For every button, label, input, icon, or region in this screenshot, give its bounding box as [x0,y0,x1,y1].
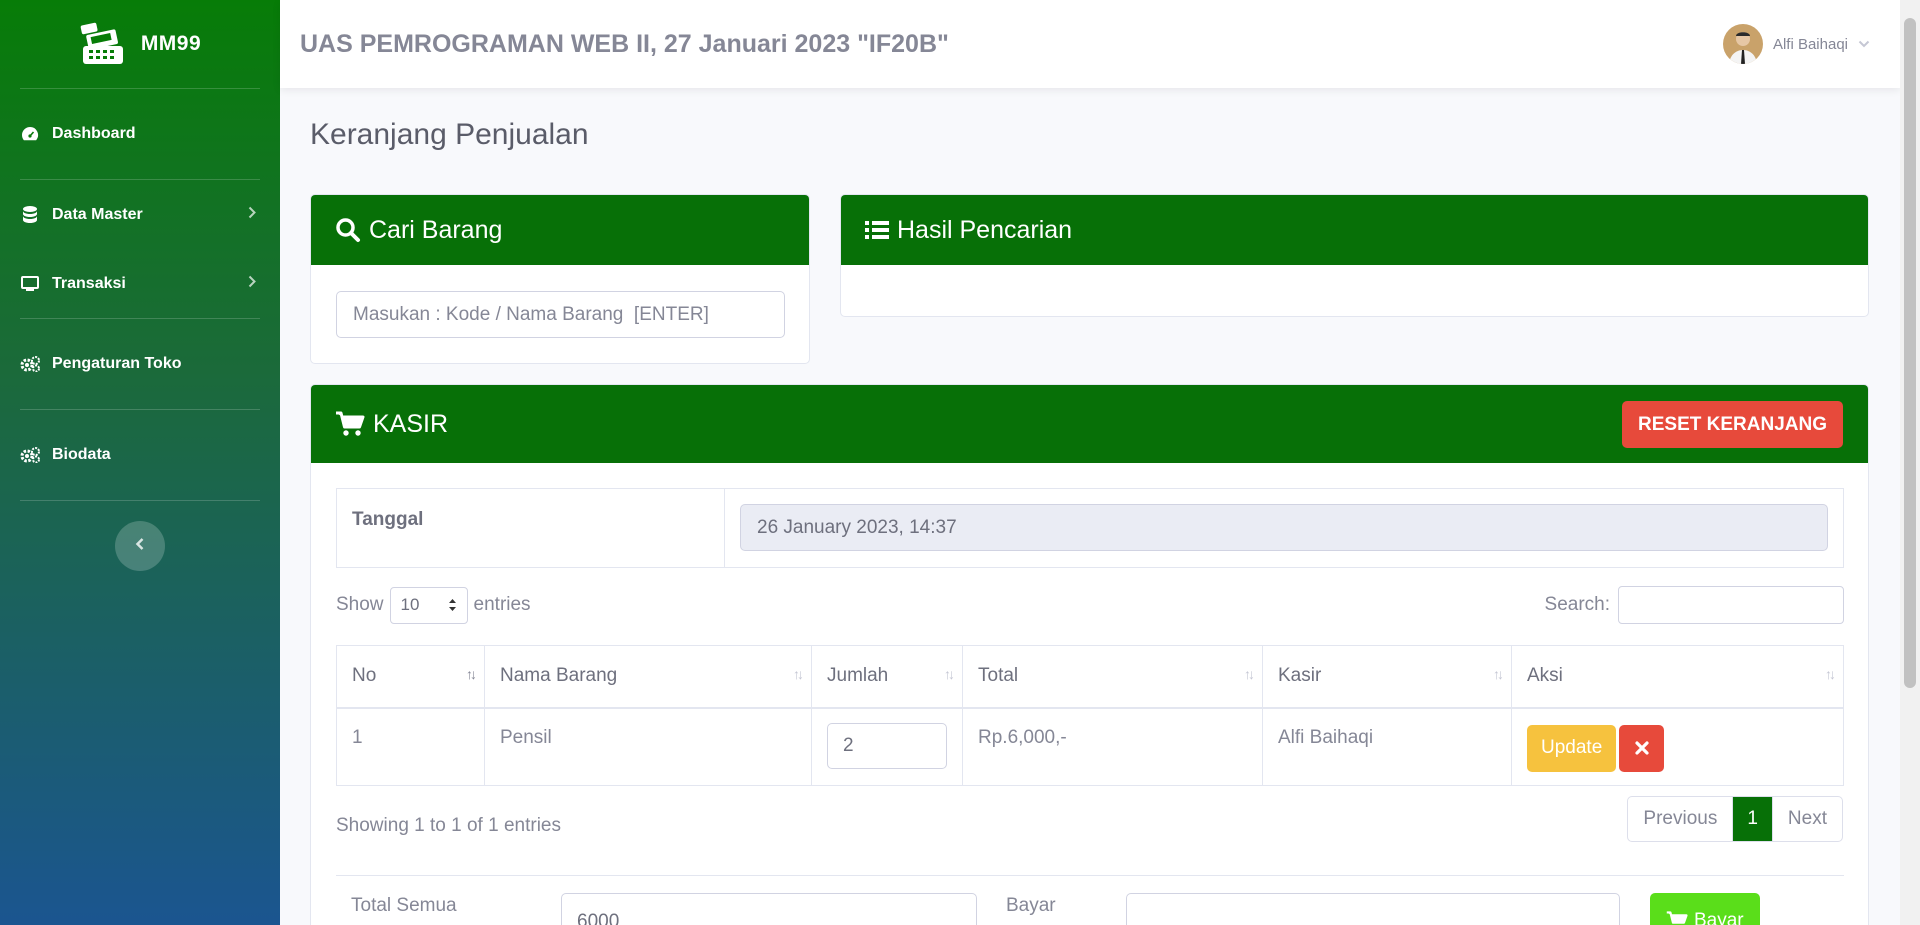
sidebar-item-label: Biodata [52,446,111,463]
pagination-next[interactable]: Next [1773,797,1842,841]
table-header-row: No ↑↓ Nama Barang ↑↓ Jumlah ↑↓ Total ↑↓ Kasi… [336,645,1844,709]
search-card-header: Cari Barang [311,195,809,265]
table-search: Search: [1545,585,1844,625]
search-input[interactable] [336,291,785,338]
cash-register-icon [80,22,123,64]
table-info: Showing 1 to 1 of 1 entries [336,815,561,836]
column-header-aksi[interactable]: Aksi ↑↓ [1511,645,1844,709]
column-header-kasir[interactable]: Kasir ↑↓ [1262,645,1512,709]
sort-icon: ↑↓ [466,666,477,682]
tanggal-field: 26 January 2023, 14:37 [740,504,1828,551]
chevron-down-icon [1858,35,1870,53]
column-header-nama-barang[interactable]: Nama Barang ↑↓ [484,645,812,709]
cell-nama-barang: Pensil [484,707,812,786]
quantity-input[interactable]: 2 [827,722,947,769]
cart-icon [1666,911,1688,924]
kasir-card: KASIR RESET KERANJANG Tanggal 26 January… [310,384,1869,925]
search-icon [336,218,360,242]
sidebar-item-biodata[interactable]: Biodata [0,410,280,500]
tanggal-label: Tanggal [337,489,725,567]
kasir-card-title: KASIR [373,409,449,438]
cell-kasir: Alfi Baihaqi [1262,707,1512,786]
sidebar-item-label: Data Master [52,205,143,223]
sidebar-item-transaksi[interactable]: Transaksi [0,249,280,318]
sidebar-item-label: Pengaturan Toko [52,355,182,372]
sidebar-toggle-button[interactable] [115,521,165,571]
scrollbar-thumb[interactable] [1904,18,1916,688]
sidebar-item-label: Dashboard [52,125,136,142]
column-header-total[interactable]: Total ↑↓ [962,645,1263,709]
sidebar: MM99 Dashboard Data Master Transaksi Pen… [0,0,280,925]
cell-aksi: Update [1511,707,1844,786]
table-search-input[interactable] [1618,586,1844,624]
bayar-label: Bayar [1006,895,1056,916]
chevron-right-icon [248,275,256,293]
divider [336,875,1844,876]
search-label: Search: [1544,594,1610,615]
result-card: Hasil Pencarian [840,194,1869,317]
cart-icon [336,411,365,436]
sidebar-item-label: Transaksi [52,274,126,292]
bayar-input[interactable] [1126,893,1620,925]
result-card-header: Hasil Pencarian [841,195,1868,265]
entries-select[interactable]: 10 [389,586,468,624]
avatar [1722,24,1763,64]
update-button[interactable]: Update [1527,724,1617,772]
sidebar-divider [20,500,260,501]
cell-total: Rp.6,000,- [962,707,1263,786]
column-header-no[interactable]: No ↑↓ [336,645,485,709]
tanggal-row: Tanggal 26 January 2023, 14:37 [336,488,1844,568]
tanggal-cell: 26 January 2023, 14:37 [725,489,1843,567]
select-arrows-icon [448,597,457,618]
table-row: 1 Pensil 2 Rp.6,000,- Alfi Baihaqi Updat… [336,707,1844,786]
user-dropdown[interactable]: Alfi Baihaqi [1722,24,1870,64]
kasir-card-header: KASIR RESET KERANJANG [311,385,1868,463]
pagination: Previous 1 Next [1627,796,1843,842]
search-card-title: Cari Barang [369,215,503,244]
chevron-right-icon [248,206,256,224]
cell-jumlah: 2 [811,707,963,786]
column-header-jumlah[interactable]: Jumlah ↑↓ [811,645,963,709]
database-icon [20,205,40,225]
page-title: Keranjang Penjualan [310,118,589,151]
search-card: Cari Barang [310,194,810,364]
reset-cart-button[interactable]: RESET KERANJANG [1622,401,1843,448]
entries-select-value: 10 [400,595,420,614]
entries-length: Show 10 entries [336,585,531,625]
pagination-page-1[interactable]: 1 [1733,797,1773,841]
dashboard-icon [20,124,40,144]
sidebar-item-pengaturan-toko[interactable]: Pengaturan Toko [0,319,280,409]
list-icon [865,221,889,239]
bayar-button[interactable]: Bayar [1650,893,1760,925]
cogs-icon [20,354,40,374]
sort-icon: ↑↓ [793,666,804,682]
total-semua-label: Total Semua [351,895,457,916]
close-icon [1635,741,1649,755]
sidebar-item-data-master[interactable]: Data Master [0,180,280,249]
desktop-icon [20,274,40,294]
datatable-controls: Show 10 entries Search: [336,585,1844,625]
sort-icon: ↑↓ [944,666,955,682]
sort-icon: ↑↓ [1244,666,1255,682]
cell-no: 1 [336,707,485,786]
sort-icon: ↑↓ [1493,666,1504,682]
show-label: Show [336,594,384,615]
cogs-icon [20,445,40,465]
result-card-title: Hasil Pencarian [897,215,1073,244]
topbar: UAS PEMROGRAMAN WEB II, 27 Januari 2023 … [280,0,1900,88]
chevron-left-icon [135,537,145,556]
page-scrollbar[interactable] [1900,0,1920,925]
sort-icon: ↑↓ [1825,666,1836,682]
brand-name: MM99 [140,32,202,55]
total-semua-field: 6000 [561,893,977,925]
app-title: UAS PEMROGRAMAN WEB II, 27 Januari 2023 … [300,29,949,58]
sidebar-item-dashboard[interactable]: Dashboard [0,89,280,179]
delete-button[interactable] [1619,724,1665,772]
bayar-button-label: Bayar [1694,909,1744,925]
pagination-previous[interactable]: Previous [1628,797,1734,841]
sidebar-brand[interactable]: MM99 [0,0,280,88]
user-name: Alfi Baihaqi [1772,35,1848,53]
cart-table: No ↑↓ Nama Barang ↑↓ Jumlah ↑↓ Total ↑↓ Kasi… [336,645,1844,786]
entries-label: entries [473,594,531,615]
